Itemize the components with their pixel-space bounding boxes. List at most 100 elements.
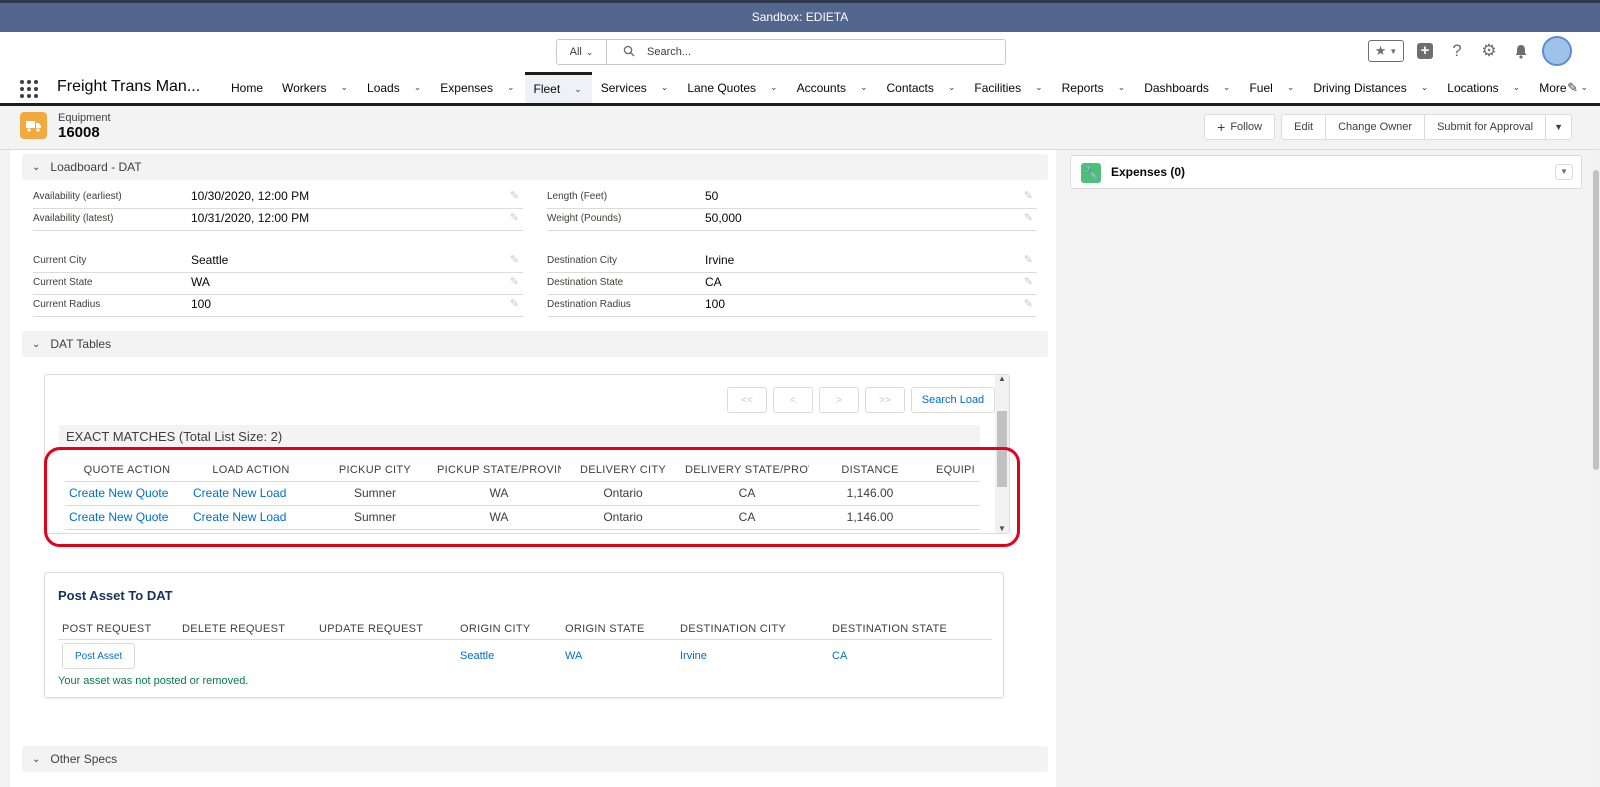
expenses-menu-button[interactable]: ▼ bbox=[1555, 164, 1573, 180]
chevron-down-icon[interactable]: ⌄ bbox=[1513, 82, 1521, 93]
pencil-icon[interactable]: ✎ bbox=[510, 253, 519, 266]
expenses-title[interactable]: Expenses (0) bbox=[1111, 165, 1185, 179]
section-loadboard-dat[interactable]: ⌄ Loadboard - DAT bbox=[22, 154, 1048, 180]
prev-page-button[interactable]: < bbox=[773, 387, 813, 413]
change-owner-button[interactable]: Change Owner bbox=[1325, 114, 1426, 140]
create-new-load-link[interactable]: Create New Load bbox=[193, 510, 286, 524]
search-input[interactable] bbox=[607, 40, 1005, 64]
chevron-down-icon[interactable]: ⌄ bbox=[1581, 82, 1589, 93]
section-dat-tables[interactable]: ⌄ DAT Tables bbox=[22, 331, 1048, 357]
pencil-icon[interactable]: ✎ bbox=[1024, 275, 1033, 288]
delivery-state-cell: CA bbox=[685, 481, 809, 506]
nav-item-dashboards[interactable]: Dashboards ⌄ bbox=[1135, 72, 1240, 103]
chevron-down-icon[interactable]: ⌄ bbox=[1035, 82, 1043, 93]
nav-item-label: Expenses bbox=[440, 80, 493, 95]
exact-matches-title: EXACT MATCHES (Total List Size: 2) bbox=[59, 425, 980, 449]
nav-item-loads[interactable]: Loads ⌄ bbox=[358, 72, 431, 103]
plus-icon: + bbox=[1217, 119, 1226, 135]
pencil-icon[interactable]: ✎ bbox=[1024, 189, 1033, 202]
field-value: 100 bbox=[705, 297, 726, 311]
global-actions-button[interactable]: + bbox=[1414, 40, 1436, 62]
create-new-load-link[interactable]: Create New Load bbox=[193, 486, 286, 500]
nav-item-label: Dashboards bbox=[1144, 80, 1209, 95]
setup-button[interactable]: ⚙ bbox=[1478, 40, 1500, 62]
pencil-icon[interactable]: ✎ bbox=[1024, 211, 1033, 224]
delivery-city-cell: Ontario bbox=[561, 505, 685, 530]
nav-item-more[interactable]: More ⌄ bbox=[1530, 72, 1598, 103]
scroll-thumb[interactable] bbox=[997, 411, 1007, 487]
pencil-icon[interactable]: ✎ bbox=[510, 189, 519, 202]
chevron-down-icon[interactable]: ⌄ bbox=[574, 84, 582, 95]
next-page-button[interactable]: > bbox=[819, 387, 859, 413]
nav-item-contacts[interactable]: Contacts ⌄ bbox=[877, 72, 965, 103]
nav-item-locations[interactable]: Locations ⌄ bbox=[1438, 72, 1530, 103]
pencil-icon[interactable]: ✎ bbox=[510, 297, 519, 310]
pencil-icon[interactable]: ✎ bbox=[1024, 297, 1033, 310]
nav-item-expenses[interactable]: Expenses ⌄ bbox=[431, 72, 524, 103]
help-button[interactable]: ? bbox=[1446, 40, 1468, 62]
global-header: All ⌄ ★▼ + ? ⚙ bbox=[0, 32, 1600, 72]
chevron-down-icon[interactable]: ⌄ bbox=[1118, 82, 1126, 93]
post-asset-button[interactable]: Post Asset bbox=[62, 643, 136, 670]
chevron-down-icon[interactable]: ⌄ bbox=[1421, 82, 1429, 93]
chevron-down-icon[interactable]: ⌄ bbox=[770, 82, 778, 93]
chevron-down-icon: ▼ bbox=[1554, 122, 1563, 132]
submit-for-approval-button[interactable]: Submit for Approval bbox=[1424, 114, 1547, 140]
page-scrollbar[interactable] bbox=[1592, 150, 1600, 787]
chevron-down-icon[interactable]: ⌄ bbox=[1223, 82, 1231, 93]
nav-item-workers[interactable]: Workers ⌄ bbox=[273, 72, 358, 103]
nav-item-label: Workers bbox=[282, 80, 327, 95]
chevron-down-icon[interactable]: ⌄ bbox=[1287, 82, 1295, 93]
chevron-down-icon: ▼ bbox=[1389, 46, 1398, 56]
section-other-specs[interactable]: ⌄ Other Specs bbox=[22, 746, 1048, 772]
scroll-thumb[interactable] bbox=[1593, 170, 1599, 470]
pickup-city-cell: Sumner bbox=[313, 481, 437, 506]
table-scrollbar[interactable]: ▲ ▼ bbox=[995, 374, 1009, 533]
chevron-down-icon[interactable]: ⌄ bbox=[661, 82, 669, 93]
create-new-quote-link[interactable]: Create New Quote bbox=[69, 510, 168, 524]
field-value: CA bbox=[705, 275, 722, 289]
nav-item-reports[interactable]: Reports ⌄ bbox=[1053, 72, 1136, 103]
scroll-down-icon[interactable]: ▼ bbox=[998, 524, 1006, 533]
nav-item-home[interactable]: Home bbox=[222, 72, 273, 103]
search-scope-dropdown[interactable]: All ⌄ bbox=[557, 40, 607, 64]
follow-button[interactable]: + Follow bbox=[1204, 114, 1276, 140]
search-load-button[interactable]: Search Load bbox=[911, 387, 995, 413]
nav-item-driving-distances[interactable]: Driving Distances ⌄ bbox=[1304, 72, 1438, 103]
post-request-cell: Post Asset bbox=[58, 639, 178, 673]
nav-item-fleet[interactable]: Fleet ⌄ bbox=[524, 72, 592, 103]
pickup-state-cell: WA bbox=[437, 505, 561, 530]
avatar[interactable] bbox=[1542, 36, 1572, 66]
chevron-down-icon[interactable]: ⌄ bbox=[507, 82, 515, 93]
star-icon: ★ bbox=[1374, 43, 1387, 58]
field-label: Current Radius bbox=[33, 299, 101, 310]
pencil-icon[interactable]: ✎ bbox=[510, 275, 519, 288]
nav-item-fuel[interactable]: Fuel ⌄ bbox=[1240, 72, 1304, 103]
chevron-down-icon[interactable]: ⌄ bbox=[948, 82, 956, 93]
origin-state-cell: WA bbox=[565, 650, 583, 663]
nav-item-lane-quotes[interactable]: Lane Quotes ⌄ bbox=[678, 72, 787, 103]
field-current-radius: Current Radius 100 ✎ bbox=[33, 295, 523, 317]
nav-item-facilities[interactable]: Facilities ⌄ bbox=[965, 72, 1052, 103]
table-header-row: QUOTE ACTION LOAD ACTION PICKUP CITY PICKUP… bbox=[65, 459, 980, 482]
chevron-down-icon[interactable]: ⌄ bbox=[340, 82, 348, 93]
create-new-quote-link[interactable]: Create New Quote bbox=[69, 486, 168, 500]
nav-item-label: Reports bbox=[1061, 80, 1104, 95]
scroll-up-icon[interactable]: ▲ bbox=[998, 374, 1006, 383]
notifications-button[interactable] bbox=[1510, 40, 1532, 62]
nav-item-accounts[interactable]: Accounts ⌄ bbox=[788, 72, 878, 103]
chevron-down-icon[interactable]: ⌄ bbox=[414, 82, 422, 93]
waffle-icon[interactable] bbox=[20, 80, 38, 98]
pencil-icon[interactable]: ✎ bbox=[1024, 253, 1033, 266]
pencil-icon[interactable]: ✎ bbox=[510, 211, 519, 224]
first-page-button[interactable]: << bbox=[727, 387, 767, 413]
favorites-button[interactable]: ★ ▼ bbox=[1368, 40, 1404, 62]
edit-nav-icon[interactable]: ✎ bbox=[1567, 80, 1578, 96]
field-value: Irvine bbox=[705, 253, 735, 267]
chevron-down-icon[interactable]: ⌄ bbox=[860, 82, 868, 93]
edit-button[interactable]: Edit bbox=[1281, 114, 1327, 140]
wrench-icon: 🔧 bbox=[1081, 163, 1101, 183]
last-page-button[interactable]: >> bbox=[865, 387, 905, 413]
nav-item-services[interactable]: Services ⌄ bbox=[592, 72, 679, 103]
more-actions-button[interactable]: ▼ bbox=[1545, 114, 1572, 140]
